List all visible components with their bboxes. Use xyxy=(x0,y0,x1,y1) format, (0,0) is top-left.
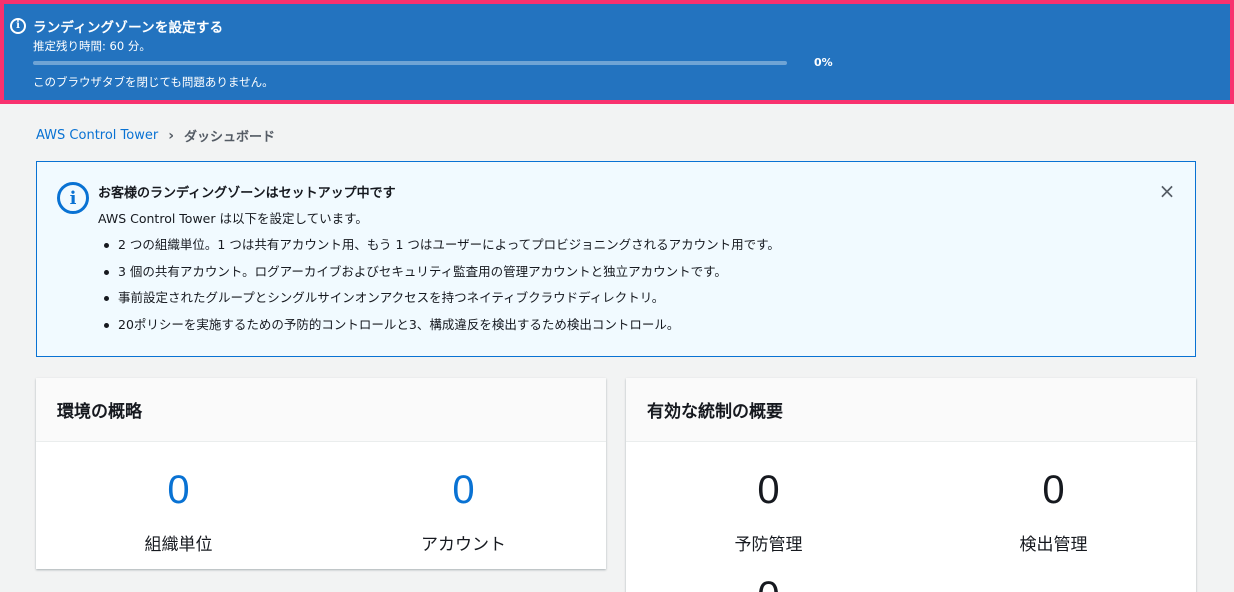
breadcrumb: AWS Control Tower › ダッシュボード xyxy=(36,126,276,146)
stat-value: 0 xyxy=(757,468,780,512)
stat-value: 0 xyxy=(1042,468,1065,512)
list-item: 20ポリシーを実施するための予防的コントロールと3、構成違反を検出するため検出コ… xyxy=(98,316,780,343)
card-title: 環境の概略 xyxy=(36,378,606,442)
progress-percent: 0% xyxy=(814,56,833,69)
list-item: 2 つの組織単位。1 つは共有アカウント用、もう 1 つはユーザーによってプロビ… xyxy=(98,236,780,263)
list-item: 事前設定されたグループとシングルサインオンアクセスを持つネイティブクラウドディレ… xyxy=(98,289,780,316)
close-icon[interactable]: × xyxy=(1156,179,1178,203)
flash-title: ランディングゾーンを設定する xyxy=(33,20,224,36)
info-icon: i xyxy=(10,18,26,34)
flash-note: このブラウザタブを閉じても問題ありません。 xyxy=(33,75,274,89)
card-title: 有効な統制の概要 xyxy=(626,378,1196,442)
controls-summary-card: 有効な統制の概要 0 予防管理 0 検出管理 0 xyxy=(626,378,1196,592)
stat-label: 組織単位 xyxy=(144,535,213,555)
progress-flash-banner: i ランディングゾーンを設定する 推定残り時間: 60 分。 0% このブラウザ… xyxy=(0,0,1234,104)
stat-preventive-controls: 0 予防管理 xyxy=(626,468,911,555)
list-item: 3 個の共有アカウント。ログアーカイブおよびセキュリティ監査用の管理アカウントと… xyxy=(98,263,780,290)
breadcrumb-current: ダッシュボード xyxy=(184,130,276,145)
stat-organizational-units: 0 組織単位 xyxy=(36,468,321,555)
stat-detective-controls: 0 検出管理 xyxy=(911,468,1196,555)
stat-accounts: 0 アカウント xyxy=(321,468,606,555)
setup-info-alert: i お客様のランディングゾーンはセットアップ中です AWS Control To… xyxy=(36,161,1196,357)
progress-bar xyxy=(33,61,787,65)
stat-label: 予防管理 xyxy=(734,535,803,555)
environment-summary-card: 環境の概略 0 組織単位 0 アカウント xyxy=(36,378,606,569)
stat-third-controls: 0 xyxy=(626,574,911,592)
alert-title: お客様のランディングゾーンはセットアップ中です xyxy=(98,186,396,201)
alert-list: 2 つの組織単位。1 つは共有アカウント用、もう 1 つはユーザーによってプロビ… xyxy=(98,236,780,342)
breadcrumb-root-link[interactable]: AWS Control Tower xyxy=(36,128,158,143)
stat-value[interactable]: 0 xyxy=(321,468,606,512)
info-circle-icon: i xyxy=(57,182,89,214)
flash-estimated-time: 推定残り時間: 60 分。 xyxy=(33,39,151,53)
chevron-right-icon: › xyxy=(168,127,174,144)
stat-value: 0 xyxy=(626,574,911,592)
alert-description: AWS Control Tower は以下を設定しています。 xyxy=(98,211,368,226)
stat-label: 検出管理 xyxy=(1019,535,1088,555)
stat-label: アカウント xyxy=(421,535,506,555)
stat-value[interactable]: 0 xyxy=(36,468,321,512)
